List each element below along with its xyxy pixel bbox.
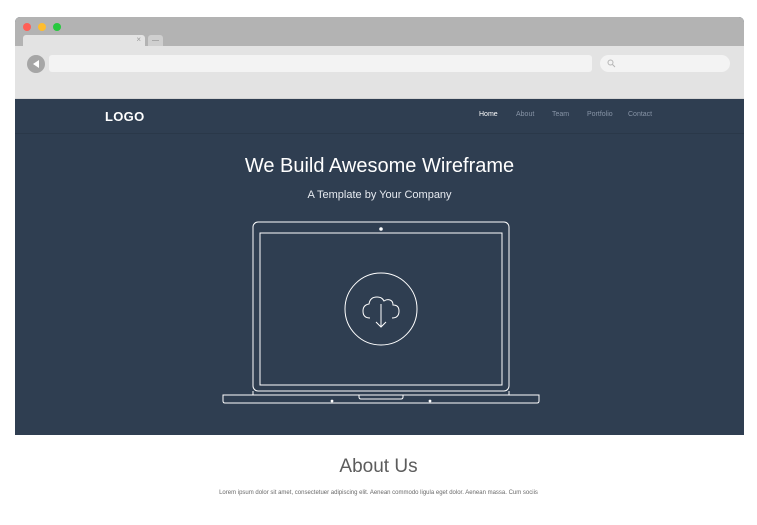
hero-title: We Build Awesome Wireframe: [244, 155, 515, 177]
magnifier-icon: [607, 59, 616, 68]
new-tab-button[interactable]: [148, 35, 163, 46]
browser-tab[interactable]: ×: [23, 35, 145, 46]
nav-portfolio[interactable]: Portfolio: [587, 111, 613, 118]
nav-team[interactable]: Team: [552, 111, 569, 118]
nav-contact[interactable]: Contact: [628, 111, 652, 118]
hero-subtitle: A Template by Your Company: [307, 189, 452, 201]
back-button[interactable]: [27, 55, 45, 73]
tab-close-icon[interactable]: ×: [136, 34, 141, 45]
about-paragraph: Lorem ipsum dolor sit amet, consectetuer…: [219, 490, 538, 496]
browser-search-input[interactable]: [600, 55, 730, 72]
browser-window: × LOGO Home About Team Portfolio Contact…: [15, 17, 744, 435]
about-heading: About Us: [339, 456, 418, 477]
nav-home[interactable]: Home: [479, 111, 498, 118]
maximize-window-button[interactable]: [53, 23, 61, 31]
site-header: LOGO Home About Team Portfolio Contact: [15, 99, 744, 134]
address-bar[interactable]: [49, 55, 592, 72]
back-arrow-icon: [33, 60, 39, 68]
browser-toolbar: [15, 46, 744, 99]
cloud-download-icon: [344, 272, 418, 346]
browser-titlebar: ×: [15, 17, 744, 46]
close-window-button[interactable]: [23, 23, 31, 31]
laptop-illustration: [222, 221, 540, 404]
nav-about[interactable]: About: [516, 111, 534, 118]
site-logo[interactable]: LOGO: [105, 109, 144, 124]
minimize-window-button[interactable]: [38, 23, 46, 31]
